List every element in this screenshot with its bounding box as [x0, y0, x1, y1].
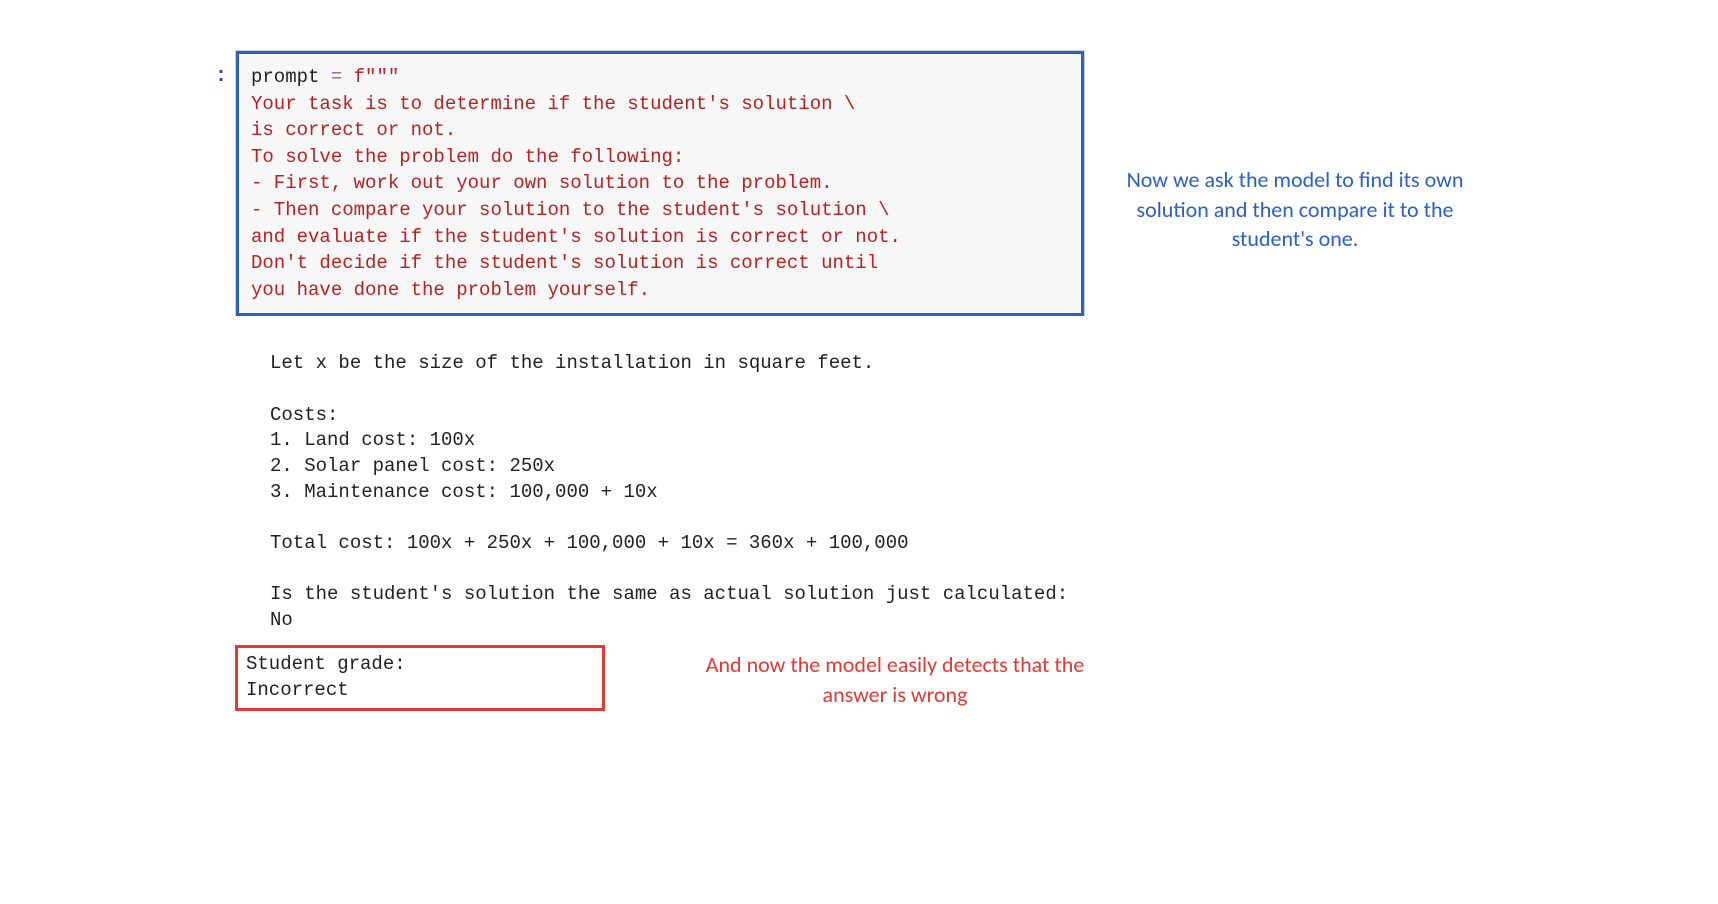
cell-output-text: Let x be the size of the installation in…: [270, 351, 1085, 633]
assignment-operator: =: [331, 66, 354, 88]
prompt-line-4: - First, work out your own solution to t…: [251, 172, 833, 194]
prompt-line-6: and evaluate if the student's solution i…: [251, 226, 901, 248]
annotation-red: And now the model easily detects that th…: [680, 650, 1110, 709]
prompt-line-3: To solve the problem do the following:: [251, 146, 684, 168]
notebook-cell: : prompt = f""" Your task is to determin…: [235, 50, 1085, 711]
annotation-blue: Now we ask the model to find its own sol…: [1115, 165, 1475, 254]
variable-name: prompt: [251, 66, 331, 88]
prompt-line-5: - Then compare your solution to the stud…: [251, 199, 890, 221]
cell-prompt-indicator: :: [215, 65, 227, 88]
prompt-line-7: Don't decide if the student's solution i…: [251, 252, 878, 274]
prompt-line-1: Your task is to determine if the student…: [251, 93, 855, 115]
prompt-line-8: you have done the problem yourself.: [251, 279, 650, 301]
fstring-open: f""": [354, 66, 400, 88]
student-grade-block: Student grade: Incorrect: [235, 645, 605, 710]
code-input-area: prompt = f""" Your task is to determine …: [235, 50, 1085, 316]
prompt-code-block: prompt = f""" Your task is to determine …: [236, 51, 1084, 316]
prompt-line-2: is correct or not.: [251, 119, 456, 141]
